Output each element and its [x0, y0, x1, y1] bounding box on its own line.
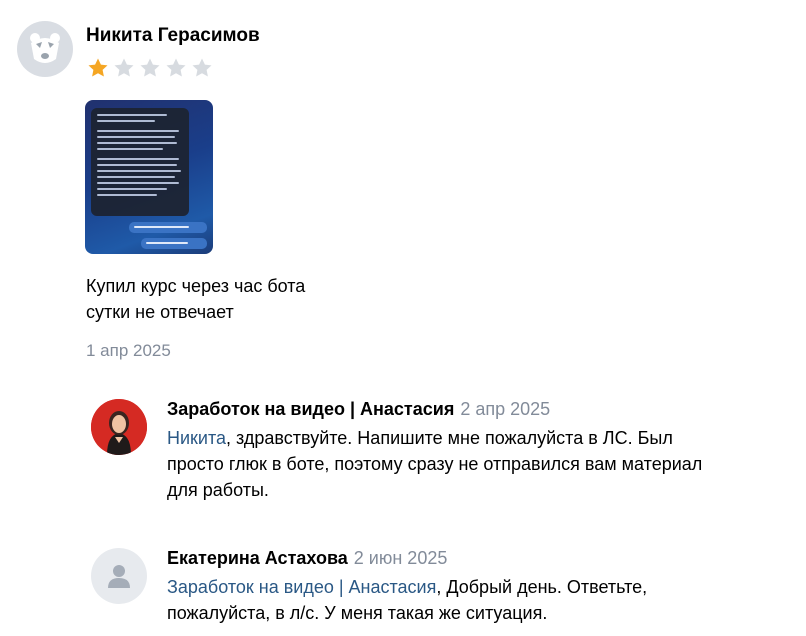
chat-preview [91, 108, 189, 216]
reply-author[interactable]: Екатерина Астахова [167, 548, 348, 568]
reply-text-fragment: , здравствуйте. Напишите мне пожалуйста … [226, 428, 673, 448]
reply-text-line: пожалуйста, в л/с. У меня такая же ситуа… [167, 603, 548, 623]
author-name[interactable]: Никита Герасимов [86, 25, 260, 47]
review-card: Никита Герасимов Купил курс через час бо… [0, 0, 806, 636]
person-photo-icon [91, 399, 147, 455]
user-silhouette-icon [108, 565, 130, 588]
reply-date[interactable]: 2 апр 2025 [460, 399, 550, 419]
reply-header: Заработок на видео | Анастасия 2 апр 2025 [167, 399, 550, 420]
review-text-line: Купил курс через час бота [86, 276, 306, 296]
reply-avatar[interactable] [91, 399, 147, 455]
reply-text-line: просто глюк в боте, поэтому сразу не отп… [167, 454, 703, 474]
star-icon [88, 58, 108, 77]
star-icon [114, 58, 134, 77]
attached-screenshot[interactable] [85, 100, 213, 254]
rating-stars [86, 56, 214, 80]
review-text-line: сутки не отвечает [86, 302, 234, 322]
star-icon [140, 58, 160, 77]
reply-item: Екатерина Астахова 2 июн 2025 Заработок н… [91, 548, 791, 628]
star-icon [192, 58, 212, 77]
reply-date[interactable]: 2 июн 2025 [354, 548, 448, 568]
reply-text-line: для работы. [167, 480, 269, 500]
review-date[interactable]: 1 апр 2025 [86, 341, 171, 361]
reply-author[interactable]: Заработок на видео | Анастасия [167, 399, 454, 419]
reply-item: Заработок на видео | Анастасия 2 апр 2025… [91, 399, 791, 509]
reply-text-line: Заработок на видео | Анастасия, Добрый д… [167, 574, 787, 600]
reply-header: Екатерина Астахова 2 июн 2025 [167, 548, 447, 569]
reply-text: Никита, здравствуйте. Напишите мне пожал… [167, 425, 787, 503]
bear-avatar-icon [30, 33, 60, 63]
star-icon [166, 58, 186, 77]
author-avatar[interactable] [17, 21, 73, 77]
review-text: Купил курс через час бота сутки не отвеч… [86, 273, 386, 325]
reply-text-line: Никита, здравствуйте. Напишите мне пожал… [167, 425, 787, 451]
mention-link[interactable]: Никита [167, 428, 226, 448]
reply-text: Заработок на видео | Анастасия, Добрый д… [167, 574, 787, 626]
reply-avatar[interactable] [91, 548, 147, 604]
mention-link[interactable]: Заработок на видео | Анастасия [167, 577, 436, 597]
reply-text-fragment: , Добрый день. Ответьте, [436, 577, 648, 597]
